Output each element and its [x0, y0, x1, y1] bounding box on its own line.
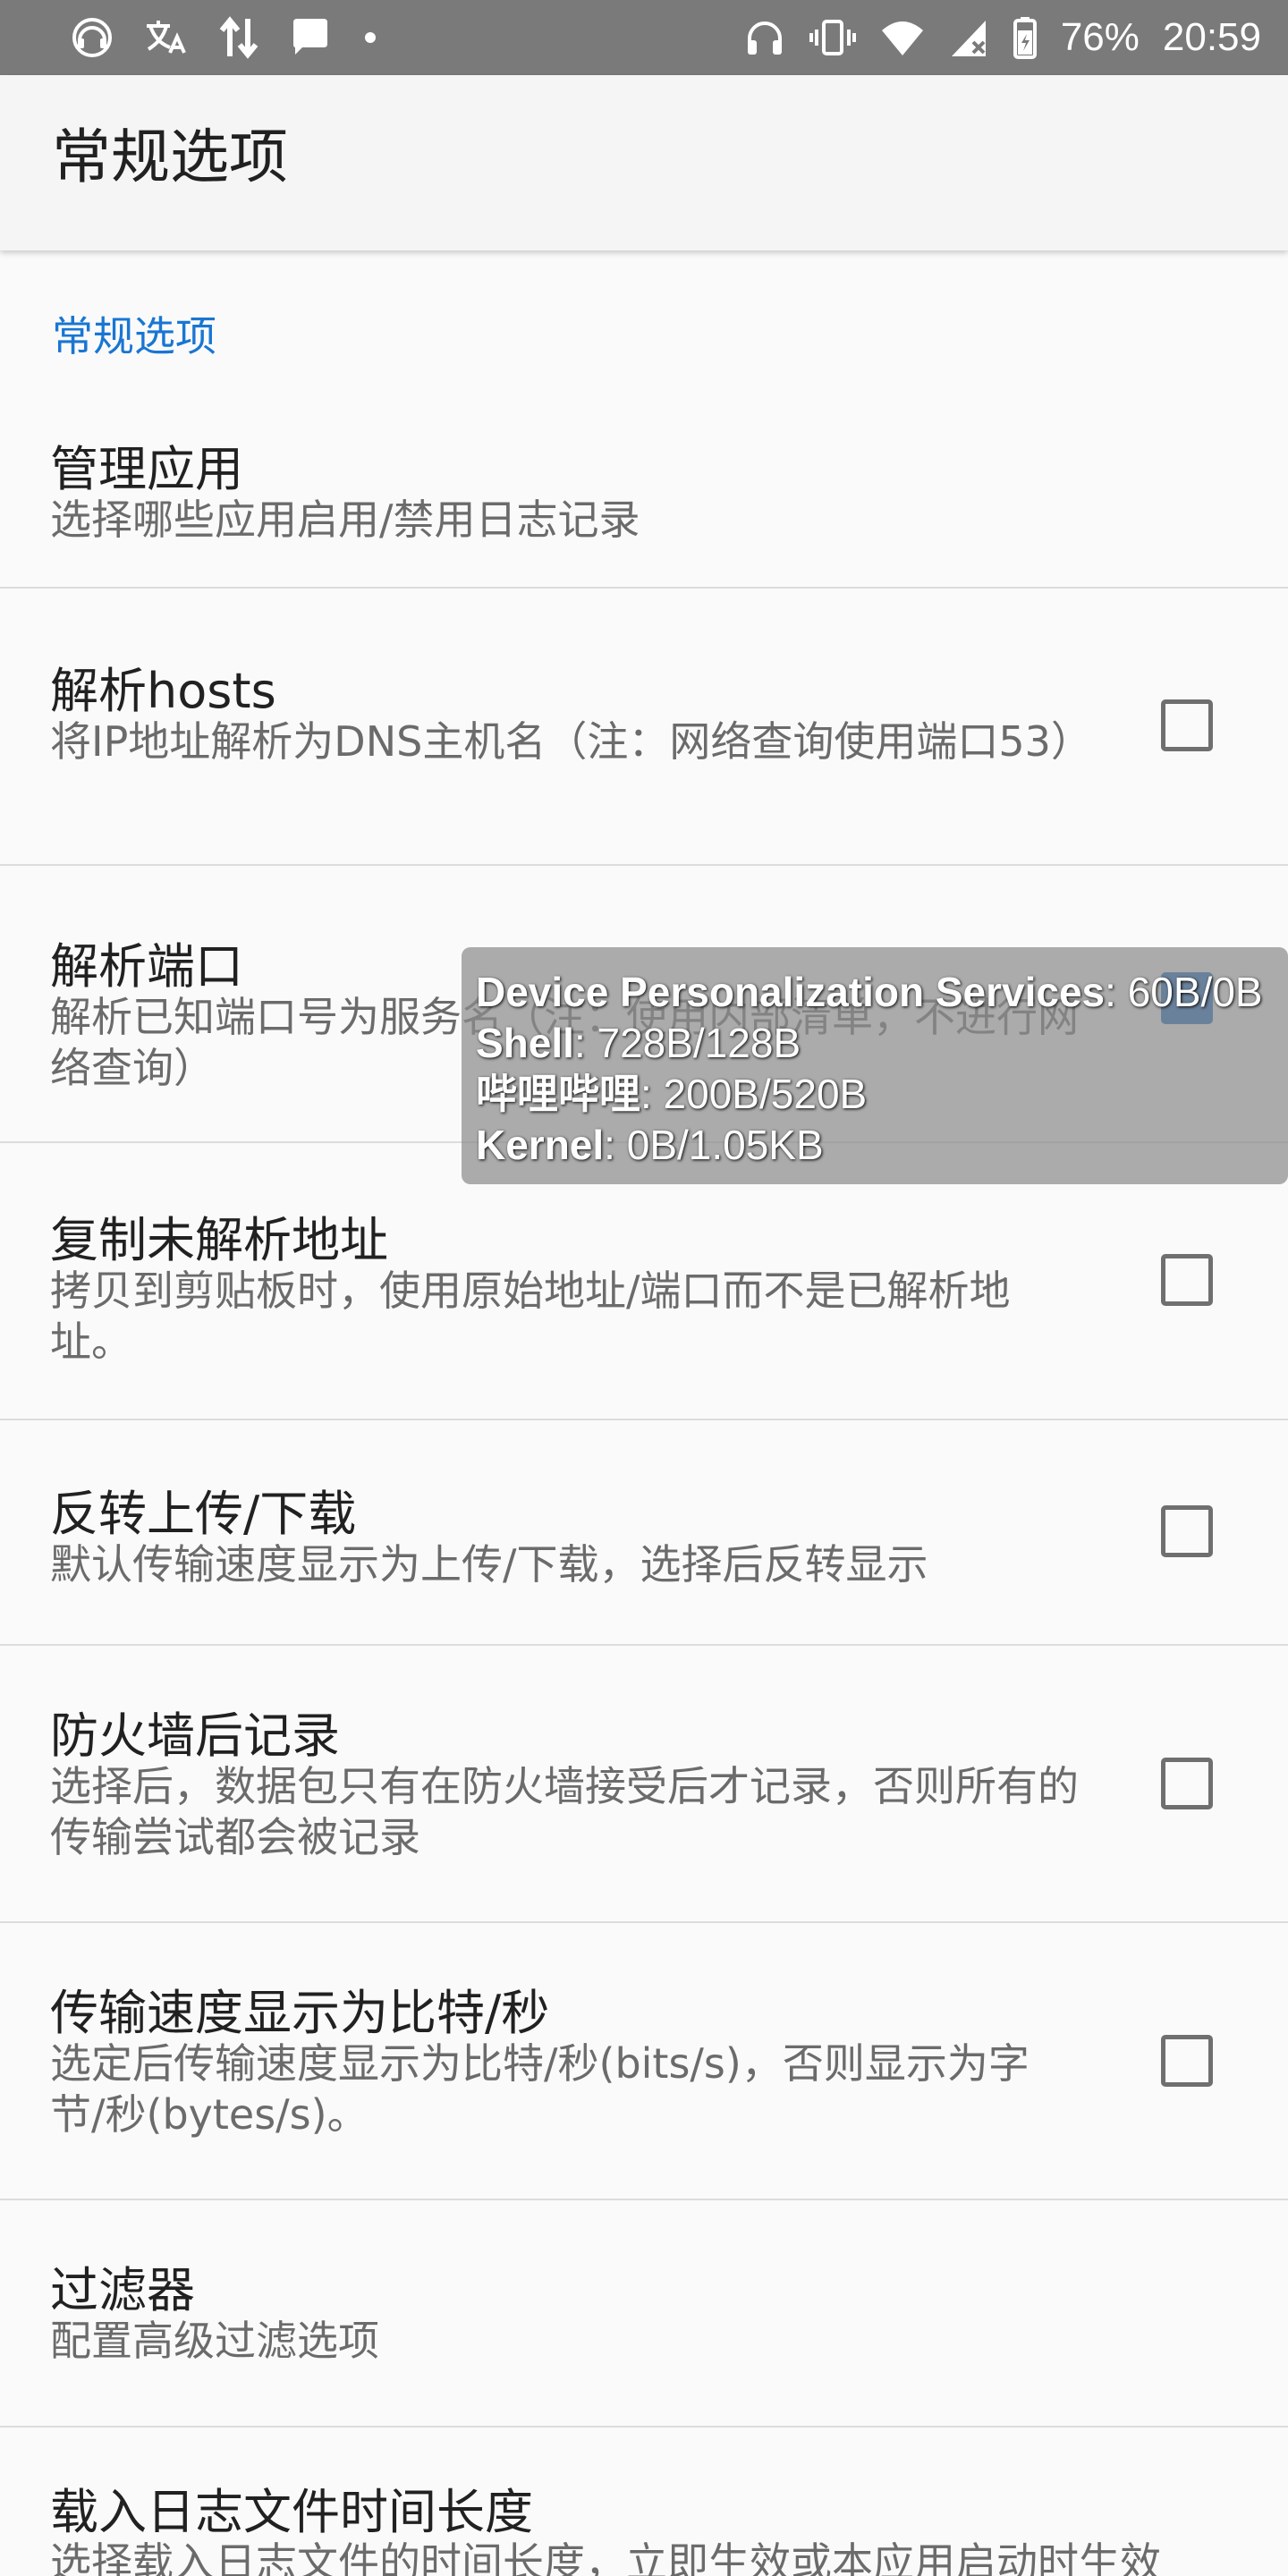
overlay-app-name: 哔哩哔哩 [476, 1071, 640, 1117]
pref-title: 复制未解析地址 [50, 1212, 388, 1268]
pref-title: 解析端口 [50, 938, 243, 995]
pref-title: 过滤器 [50, 2262, 195, 2318]
overlay-app-traffic: : 728B/128B [573, 1020, 801, 1066]
clock: 20:59 [1162, 15, 1261, 59]
log-after-firewall-checkbox[interactable] [1161, 1758, 1213, 1809]
overlay-row: Device Personalization Services: 60B/0B [476, 967, 1288, 1018]
invert-updown-checkbox[interactable] [1161, 1505, 1213, 1557]
status-left-icons [72, 0, 379, 75]
pref-title: 管理应用 [50, 441, 243, 497]
pref-summary: 选择哪些应用启用/禁用日志记录 [50, 496, 640, 544]
pref-summary: 选择后，数据包只有在防火墙接受后才记录，否则所有的传输尝试都会被记录 [50, 1762, 1079, 1861]
dot-icon [361, 29, 379, 47]
vibrate-icon [809, 17, 857, 58]
status-right: 76% 20:59 [744, 0, 1261, 75]
signal-icon [948, 17, 989, 58]
pref-summary: 选择载入日志文件的时间长度，立即生效或本应用启动时生效 [50, 2538, 1161, 2576]
overlay-app-traffic: : 200B/520B [640, 1071, 868, 1117]
overlay-app-traffic: : 60B/0B [1105, 969, 1263, 1015]
pref-title: 防火墙后记录 [50, 1707, 340, 1764]
overlay-row: Shell: 728B/128B [476, 1018, 1288, 1069]
pref-resolve-hosts[interactable]: 解析hosts 将IP地址解析为DNS主机名（注：网络查询使用端口53） [0, 589, 1288, 866]
resolve-hosts-checkbox[interactable] [1161, 699, 1213, 751]
pref-title: 反转上传/下载 [50, 1486, 357, 1542]
app-bar: 常规选项 [0, 75, 1288, 250]
overlay-app-name: Shell [476, 1020, 574, 1066]
overlay-app-name: Device Personalization Services [476, 969, 1106, 1015]
copy-unresolved-checkbox[interactable] [1161, 1254, 1213, 1306]
pref-manage-apps[interactable]: 管理应用 选择哪些应用启用/禁用日志记录 [0, 358, 1288, 589]
pref-summary: 默认传输速度显示为上传/下载，选择后反转显示 [50, 1540, 928, 1589]
pref-title: 传输速度显示为比特/秒 [50, 1985, 550, 2041]
pref-filters[interactable]: 过滤器 配置高级过滤选项 [0, 2200, 1288, 2428]
data-transfer-icon [218, 15, 259, 60]
headphones-icon [744, 17, 785, 58]
pref-summary: 将IP地址解析为DNS主机名（注：网络查询使用端口53） [50, 717, 1092, 766]
pref-log-after-firewall[interactable]: 防火墙后记录 选择后，数据包只有在防火墙接受后才记录，否则所有的传输尝试都会被记… [0, 1646, 1288, 1923]
pref-title: 解析hosts [50, 663, 276, 719]
message-icon [290, 17, 331, 58]
traffic-overlay: Device Personalization Services: 60B/0B … [462, 947, 1288, 1184]
page-title: 常规选项 [52, 123, 288, 191]
pref-bits-per-second[interactable]: 传输速度显示为比特/秒 选定后传输速度显示为比特/秒(bits/s)，否则显示为… [0, 1923, 1288, 2200]
pref-title: 载入日志文件时间长度 [50, 2484, 533, 2540]
section-header: 常规选项 [52, 312, 216, 360]
battery-icon [1013, 16, 1038, 59]
battery-percent: 76% [1060, 15, 1140, 59]
wifi-icon [880, 18, 925, 57]
overlay-app-traffic: : 0B/1.05KB [604, 1122, 824, 1168]
pref-summary: 拷贝到剪贴板时，使用原始地址/端口而不是已解析地址。 [50, 1267, 1011, 1366]
music-icon [72, 17, 113, 58]
pref-log-load-duration[interactable]: 载入日志文件时间长度 选择载入日志文件的时间长度，立即生效或本应用启动时生效 [0, 2428, 1288, 2576]
bits-per-second-checkbox[interactable] [1161, 2035, 1213, 2087]
overlay-app-name: Kernel [476, 1122, 605, 1168]
pref-copy-unresolved[interactable]: 复制未解析地址 拷贝到剪贴板时，使用原始地址/端口而不是已解析地址。 [0, 1143, 1288, 1420]
settings-list[interactable]: 常规选项 管理应用 选择哪些应用启用/禁用日志记录 解析hosts 将IP地址解… [0, 250, 1288, 2576]
translate-icon [143, 17, 188, 58]
pref-summary: 配置高级过滤选项 [50, 2317, 379, 2365]
pref-invert-updown[interactable]: 反转上传/下载 默认传输速度显示为上传/下载，选择后反转显示 [0, 1420, 1288, 1646]
pref-summary: 选定后传输速度显示为比特/秒(bits/s)，否则显示为字节/秒(bytes/s… [50, 2039, 1030, 2139]
overlay-row: Kernel: 0B/1.05KB [476, 1120, 1288, 1171]
status-bar: 76% 20:59 [0, 0, 1288, 75]
overlay-row: 哔哩哔哩: 200B/520B [476, 1069, 1288, 1120]
